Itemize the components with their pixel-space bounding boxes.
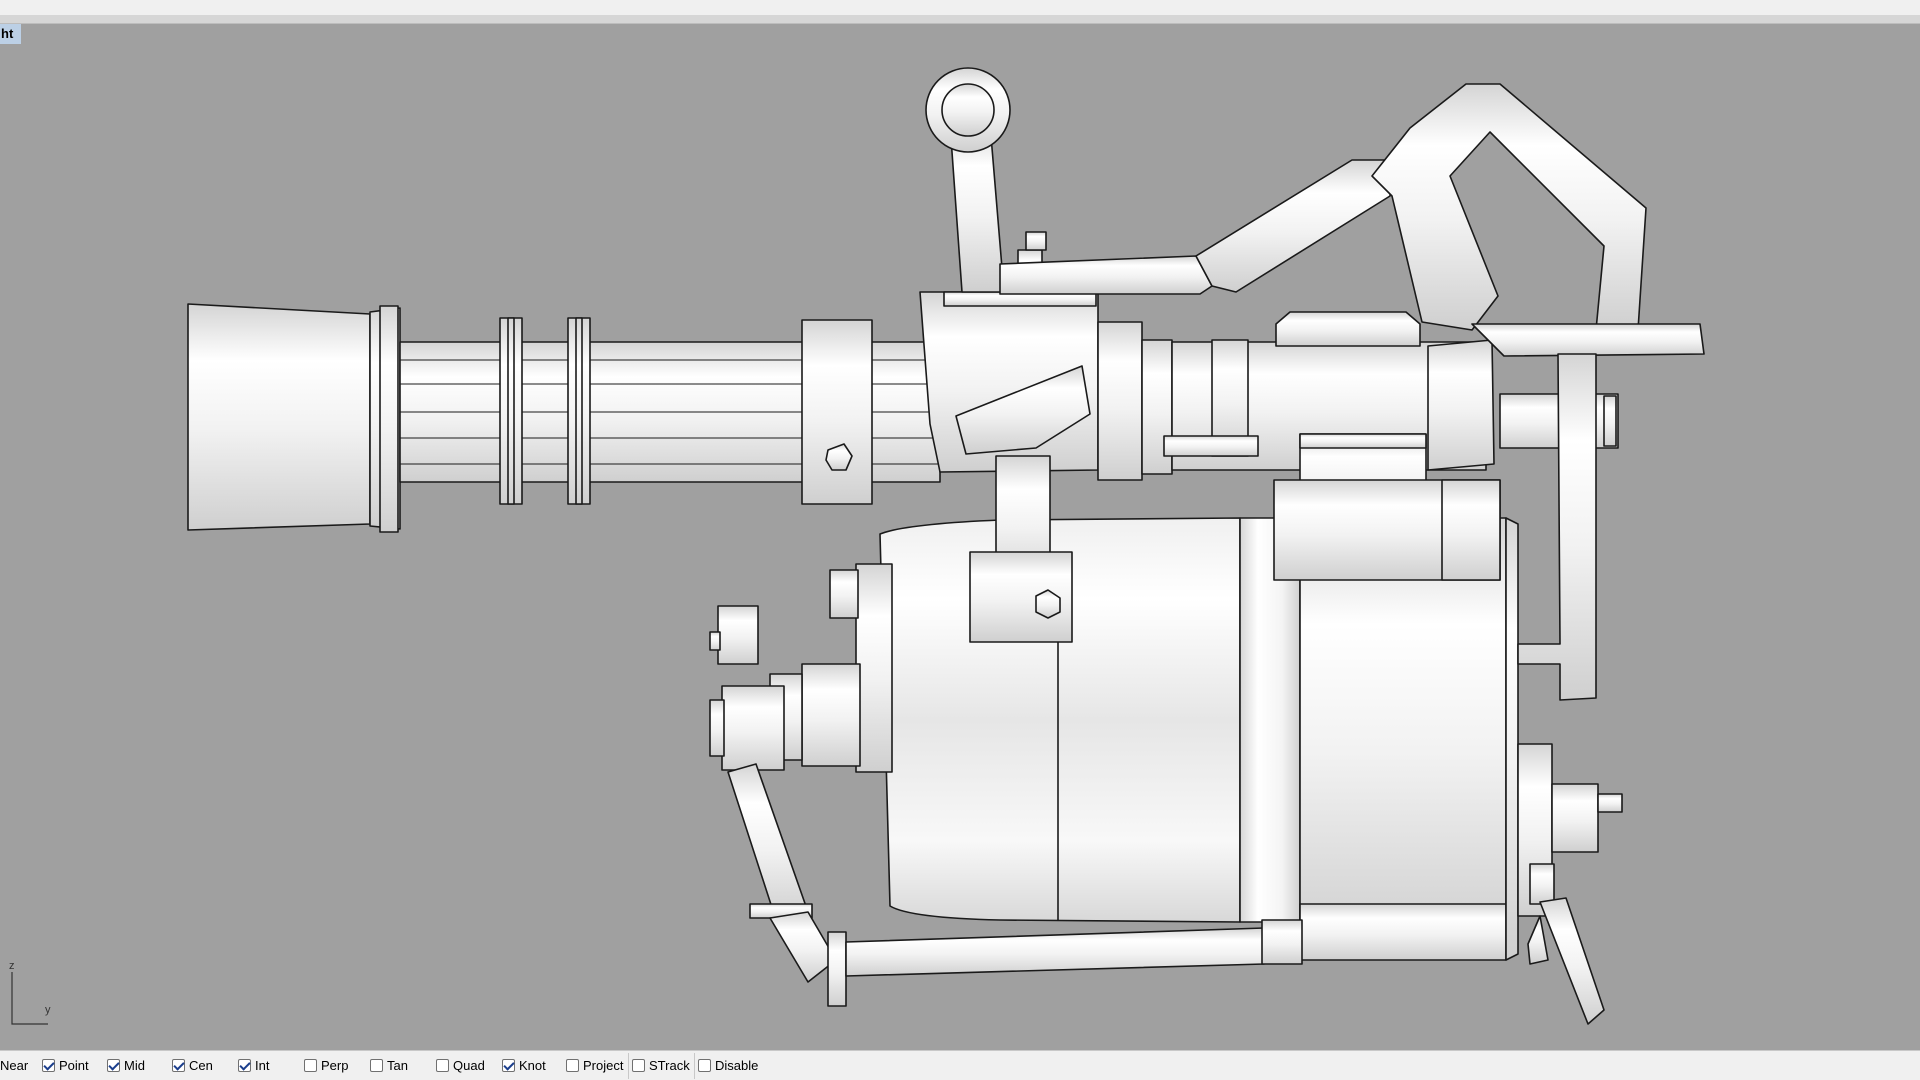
barrel-clamp (801, 319, 873, 505)
checkbox-icon[interactable] (304, 1059, 317, 1072)
checkbox-icon[interactable] (172, 1059, 185, 1072)
top-rail (1195, 159, 1393, 293)
osnap-perp[interactable]: Perp (304, 1057, 348, 1075)
checkbox-icon[interactable] (42, 1059, 55, 1072)
toolbar-separator (694, 1053, 695, 1079)
checkbox-icon[interactable] (502, 1059, 515, 1072)
osnap-near[interactable]: Near (0, 1057, 28, 1075)
osnap-mid[interactable]: Mid (107, 1057, 145, 1075)
osnap-label: Quad (453, 1058, 485, 1073)
osnap-quad[interactable]: Quad (436, 1057, 485, 1075)
axis-label-z: z (9, 960, 15, 972)
osnap-project[interactable]: Project (566, 1057, 623, 1075)
osnap-point[interactable]: Point (42, 1057, 89, 1075)
osnap-knot[interactable]: Knot (502, 1057, 546, 1075)
trigger-lever (1539, 897, 1605, 1025)
osnap-tan[interactable]: Tan (370, 1057, 408, 1075)
osnap-label: Cen (189, 1058, 213, 1073)
osnap-label: Knot (519, 1058, 546, 1073)
osnap-label: Perp (321, 1058, 349, 1073)
checkbox-icon[interactable] (107, 1059, 120, 1072)
toolbar-separator (628, 1053, 629, 1079)
minigun-model-render[interactable] (0, 24, 1920, 1050)
viewport-frame-border (0, 15, 1920, 24)
viewport-title[interactable]: ht (0, 24, 22, 44)
axis-label-y: y (45, 1004, 51, 1016)
osnap-label: Tan (387, 1058, 408, 1073)
checkbox-icon[interactable] (632, 1059, 645, 1072)
osnap-label: Int (255, 1058, 270, 1073)
checkbox-icon[interactable] (238, 1059, 251, 1072)
osnap-label: Near (0, 1058, 29, 1073)
motor-housing (1299, 517, 1507, 945)
bottom-rail (845, 927, 1265, 977)
osnap-disable[interactable]: Disable (698, 1057, 758, 1075)
checkbox-icon[interactable] (566, 1059, 579, 1072)
osnap-label: Project (583, 1058, 624, 1073)
osnap-label: Mid (124, 1058, 145, 1073)
valve-knob (717, 605, 759, 665)
osnap-strack[interactable]: STrack (632, 1057, 690, 1075)
osnap-toolbar: Near Point Mid Cen Int Perp Tan Quad Kno… (0, 1050, 1920, 1080)
checkbox-icon[interactable] (370, 1059, 383, 1072)
feed-pipe (727, 763, 809, 921)
osnap-label: STrack (649, 1058, 690, 1073)
ammo-cap (1275, 311, 1421, 347)
right-viewport[interactable]: ht z y (0, 24, 1920, 1050)
checkbox-icon[interactable] (698, 1059, 711, 1072)
muzzle-cone (187, 303, 371, 531)
checkbox-icon[interactable] (436, 1059, 449, 1072)
osnap-label: Disable (715, 1058, 759, 1073)
osnap-label: Point (59, 1058, 89, 1073)
window-top-strip (0, 0, 1920, 16)
osnap-int[interactable]: Int (238, 1057, 269, 1075)
osnap-cen[interactable]: Cen (172, 1057, 213, 1075)
rear-handle-loop (1371, 83, 1647, 331)
axis-icon (11, 972, 48, 1025)
